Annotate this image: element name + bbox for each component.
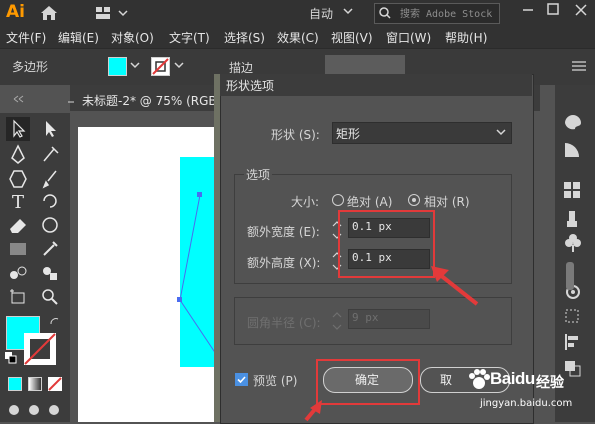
annotation-arrow: [431, 266, 479, 306]
size-label: 大小:: [291, 195, 320, 209]
panel-scrollbar[interactable]: [566, 262, 574, 290]
menu-bar: 文件(F) 编辑(E) 对象(O) 文字(T) 选择(S) 效果(C) 视图(V…: [0, 26, 595, 48]
transform-icon[interactable]: [561, 305, 585, 327]
menu-select[interactable]: 选择(S): [224, 29, 265, 46]
highlight-box-inputs: [338, 210, 435, 278]
shape-label: 形状 (S):: [271, 128, 320, 142]
default-colors-icon[interactable]: [4, 351, 18, 365]
direct-selection-tool-icon[interactable]: [38, 117, 62, 141]
gradient-mode-icon[interactable]: [28, 377, 42, 391]
radio-selected-dot: [412, 198, 416, 202]
menu-lines-icon[interactable]: [570, 60, 588, 72]
corner-radius-stepper-icon: [332, 312, 342, 330]
preview-label[interactable]: 预览 (P): [253, 372, 297, 389]
options-group-title: 选项: [244, 166, 273, 183]
highlight-box-ok: [316, 359, 420, 405]
eraser-tool-icon[interactable]: [6, 213, 30, 237]
none-mode-icon[interactable]: [48, 377, 62, 391]
eyedropper-tool-icon[interactable]: [38, 237, 62, 261]
paintbrush-tool-icon[interactable]: [38, 167, 62, 191]
warp-tool-icon[interactable]: [38, 213, 62, 237]
chevron-down-icon[interactable]: [174, 62, 184, 70]
cancel-button-label[interactable]: 取: [440, 371, 452, 388]
tools-panel: T: [0, 113, 70, 422]
menu-view[interactable]: 视图(V): [331, 29, 373, 46]
menu-window[interactable]: 窗口(W): [386, 29, 431, 46]
dialog-title: 形状选项: [226, 79, 275, 93]
swatches-icon[interactable]: [561, 179, 585, 201]
watermark-text: 经验: [536, 375, 564, 391]
menu-help[interactable]: 帮助(H): [445, 29, 487, 46]
stroke-weight-field[interactable]: [325, 55, 405, 75]
symbols-icon[interactable]: [561, 233, 585, 255]
zoom-tool-icon[interactable]: [38, 285, 62, 309]
size-relative-label[interactable]: 相对 (R): [424, 193, 470, 210]
watermark-url: jingyan.baidu.com: [480, 398, 573, 409]
corner-radius-value: 9 px: [352, 311, 379, 324]
stroke-color-box[interactable]: [24, 333, 56, 365]
artboard-tool-icon[interactable]: [6, 285, 30, 309]
menu-file[interactable]: 文件(F): [6, 29, 46, 46]
shape-builder-tool-icon[interactable]: [38, 261, 62, 285]
workspace-switcher[interactable]: 自动: [309, 5, 333, 22]
svg-text:T: T: [12, 192, 24, 213]
collapse-panel-icon[interactable]: [12, 94, 26, 104]
size-absolute-label[interactable]: 绝对 (A): [347, 193, 392, 210]
current-tool-name: 多边形: [12, 60, 49, 74]
home-icon[interactable]: [40, 5, 58, 21]
arrange-documents-icon[interactable]: [95, 6, 129, 20]
polygon-tool-icon[interactable]: [6, 167, 30, 191]
type-tool-icon[interactable]: T: [6, 189, 30, 213]
color-guide-icon[interactable]: [561, 139, 585, 161]
search-placeholder: 搜索 Adobe Stock: [400, 9, 493, 20]
corner-radius-label: 圆角半径 (C):: [247, 316, 321, 330]
minimize-icon[interactable]: [518, 0, 538, 20]
brushes-icon[interactable]: [561, 207, 585, 229]
menu-type[interactable]: 文字(T): [169, 29, 210, 46]
shape-select-value: 矩形: [336, 127, 361, 141]
chevron-down-icon[interactable]: [496, 129, 506, 137]
draw-modes-icon[interactable]: [6, 401, 66, 419]
gradient-tool-icon[interactable]: [6, 237, 30, 261]
color-mode-icon[interactable]: [8, 377, 22, 391]
menu-effect[interactable]: 效果(C): [277, 29, 319, 46]
menu-edit[interactable]: 编辑(E): [58, 29, 99, 46]
preview-checkbox[interactable]: [235, 373, 248, 386]
annotation-arrow: [304, 400, 322, 422]
pen-tool-icon[interactable]: [6, 143, 30, 167]
extra-width-label: 额外宽度 (E):: [247, 225, 320, 239]
document-tab[interactable]: 未标题-2* @ 75% (RGB: [82, 92, 217, 109]
tab-scroll-icon[interactable]: [66, 97, 76, 107]
stroke-none-swatch[interactable]: [151, 57, 170, 76]
extra-height-label: 额外高度 (X):: [247, 256, 321, 270]
blend-tool-icon[interactable]: [6, 261, 30, 285]
curvature-tool-icon[interactable]: [38, 143, 62, 167]
fill-color-swatch[interactable]: [108, 57, 127, 76]
app-logo: Ai: [6, 2, 25, 22]
watermark-logo: Baidu: [490, 369, 535, 388]
menu-object[interactable]: 对象(O): [111, 29, 154, 46]
title-bar: [0, 0, 595, 26]
color-palette-icon[interactable]: [561, 111, 585, 133]
maximize-icon[interactable]: [546, 2, 560, 16]
size-absolute-radio[interactable]: [332, 194, 344, 206]
rotate-tool-icon[interactable]: [38, 189, 62, 213]
close-icon[interactable]: [571, 0, 591, 20]
selection-tool-icon[interactable]: [6, 117, 30, 141]
swap-colors-icon[interactable]: [48, 316, 62, 330]
baidu-paw-icon: [469, 369, 490, 389]
chevron-down-icon[interactable]: [343, 8, 353, 16]
pathfinder-icon[interactable]: [561, 357, 585, 379]
chevron-down-icon[interactable]: [130, 62, 140, 70]
align-icon[interactable]: [561, 331, 585, 353]
search-icon: [379, 7, 391, 19]
